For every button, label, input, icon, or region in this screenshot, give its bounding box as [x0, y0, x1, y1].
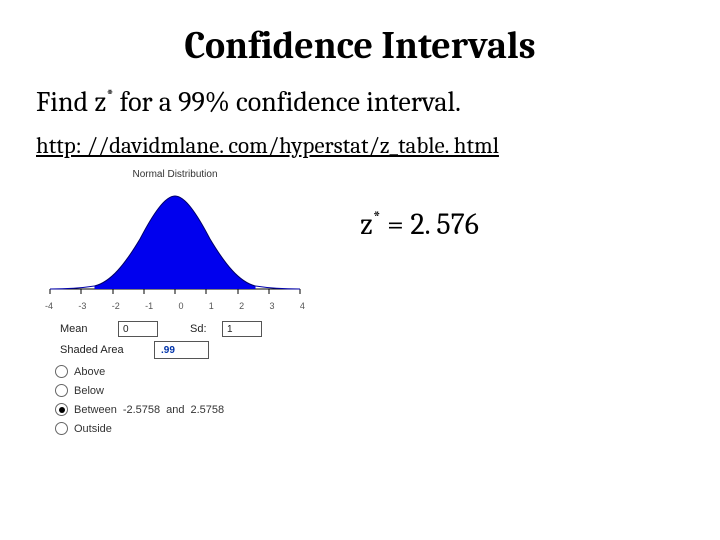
- opt-between-lo: -2.5758: [123, 404, 160, 416]
- answer-pre: z: [360, 207, 373, 242]
- tick-0: 0: [178, 301, 183, 311]
- radio-below[interactable]: [55, 384, 68, 397]
- opt-below-label: Below: [74, 385, 104, 397]
- prompt-post: for a 99% confidence interval.: [114, 86, 461, 118]
- radio-outside[interactable]: [55, 422, 68, 435]
- prompt-sup: *: [106, 87, 113, 106]
- sd-label: Sd:: [190, 323, 216, 335]
- ztable-link[interactable]: http: //davidmlane. com/hyperstat/z_tabl…: [36, 132, 499, 159]
- prompt-pre: Find z: [36, 86, 106, 118]
- opt-between-mid: and: [166, 404, 184, 416]
- tick-3: 3: [270, 301, 275, 311]
- mean-label: Mean: [60, 323, 112, 335]
- shaded-area-label: Shaded Area: [60, 344, 148, 356]
- tick-4: 4: [300, 301, 305, 311]
- tick-n1: -1: [145, 301, 153, 311]
- normal-dist-applet: Normal Distribution: [30, 169, 320, 441]
- answer-post: = 2. 576: [381, 207, 479, 242]
- tick-n4: -4: [45, 301, 53, 311]
- shaded-area-input[interactable]: .99: [154, 341, 209, 359]
- axis-labels: -4 -3 -2 -1 0 1 2 3 4: [43, 301, 307, 311]
- answer-text: z* = 2. 576: [360, 207, 479, 242]
- page-title: Confidence Intervals: [30, 24, 690, 68]
- options-group: Above Below Between -2.5758 and 2.5758 O…: [55, 365, 295, 435]
- normal-curve-chart: [45, 184, 305, 299]
- radio-above[interactable]: [55, 365, 68, 378]
- mean-input[interactable]: 0: [118, 321, 158, 337]
- opt-between-hi: 2.5758: [190, 404, 224, 416]
- applet-title: Normal Distribution: [30, 169, 320, 180]
- opt-outside-label: Outside: [74, 423, 112, 435]
- tick-1: 1: [209, 301, 214, 311]
- answer-sup: *: [373, 207, 381, 228]
- sd-input[interactable]: 1: [222, 321, 262, 337]
- tick-2: 2: [239, 301, 244, 311]
- tick-n3: -3: [78, 301, 86, 311]
- opt-above-label: Above: [74, 366, 105, 378]
- tick-n2: -2: [112, 301, 120, 311]
- radio-between[interactable]: [55, 403, 68, 416]
- opt-between-pre: Between: [74, 404, 117, 416]
- prompt-text: Find z* for a 99% confidence interval.: [36, 86, 690, 118]
